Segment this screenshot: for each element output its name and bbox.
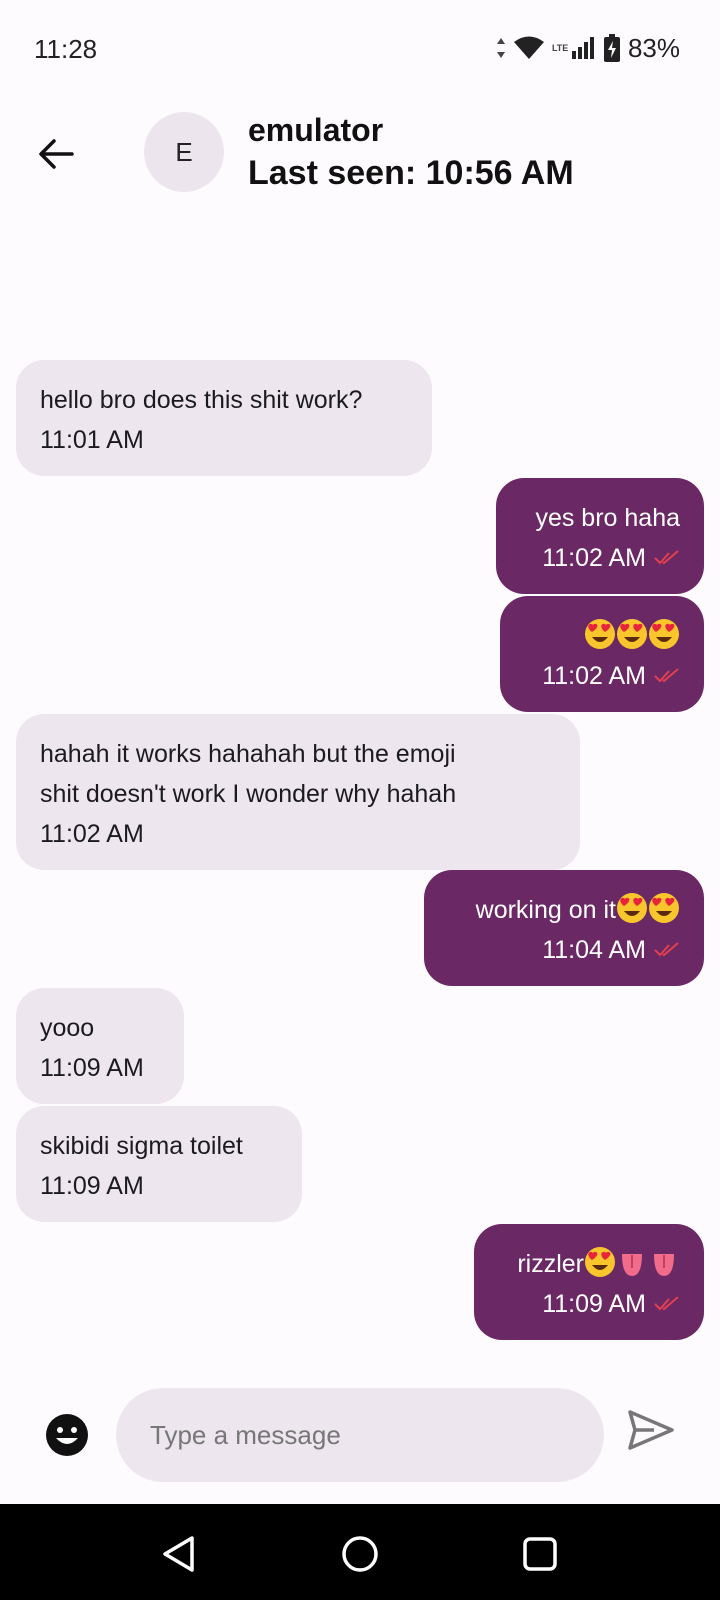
message-meta: 11:02 AM xyxy=(520,538,680,578)
tongue-emoji-icon xyxy=(648,1246,680,1278)
message-text: rizzler xyxy=(498,1244,680,1284)
home-circle-icon xyxy=(342,1536,378,1572)
tongue-emoji-icon xyxy=(616,1246,648,1278)
status-time: 11:28 xyxy=(34,34,98,64)
status-bar: 11:28 LTE 83% xyxy=(0,0,720,96)
double-check-icon xyxy=(654,942,680,958)
avatar[interactable]: E xyxy=(144,112,224,192)
message-text: yooo xyxy=(40,1014,95,1042)
heart-eyes-emoji-icon xyxy=(616,892,648,924)
message-time: 11:09 AM xyxy=(542,1290,646,1318)
system-nav-bar xyxy=(0,1504,720,1600)
heart-eyes-emoji-icon xyxy=(584,618,616,650)
status-icons: LTE 83% xyxy=(496,32,680,64)
message-bubble-outgoing[interactable]: yes bro haha 11:02 AM xyxy=(496,478,704,594)
message-bubble-outgoing[interactable]: 11:02 AM xyxy=(500,596,704,712)
message-meta: 11:09 AM xyxy=(498,1284,680,1324)
recents-square-icon xyxy=(523,1537,557,1571)
heart-eyes-emoji-icon xyxy=(584,1246,616,1278)
message-bubble-outgoing[interactable]: rizzler 11:09 AM xyxy=(474,1224,704,1340)
back-triangle-icon xyxy=(163,1536,194,1572)
nav-back-button[interactable] xyxy=(150,1526,206,1582)
message-text: yes bro haha xyxy=(535,504,680,532)
message-time: 11:02 AM xyxy=(542,544,646,572)
message-input-bar xyxy=(0,1380,720,1490)
smiley-icon xyxy=(46,1414,88,1456)
message-text: working on it xyxy=(448,890,680,930)
message-bubble-incoming[interactable]: skibidi sigma toilet 11:09 AM xyxy=(16,1106,302,1222)
data-arrows-icon xyxy=(496,38,505,58)
message-text: skibidi sigma toilet xyxy=(40,1132,243,1160)
nav-recents-button[interactable] xyxy=(512,1526,568,1582)
nav-home-button[interactable] xyxy=(332,1526,388,1582)
message-text-line: hahah it works hahahah but the emoji xyxy=(40,740,456,768)
message-time: 11:09 AM xyxy=(40,1054,144,1082)
emoji-button[interactable] xyxy=(44,1412,90,1458)
heart-eyes-emoji-icon xyxy=(648,892,680,924)
message-time: 11:02 AM xyxy=(40,820,144,848)
message-text: hello bro does this shit work? xyxy=(40,386,363,414)
signal-icon xyxy=(571,37,594,59)
message-time: 11:01 AM xyxy=(40,426,144,454)
message-time: 11:09 AM xyxy=(40,1172,144,1200)
battery-icon xyxy=(603,34,620,62)
message-time: 11:02 AM xyxy=(542,662,646,690)
last-seen-status: Last seen: 10:56 AM xyxy=(248,154,574,192)
message-bubble-incoming[interactable]: hello bro does this shit work? 11:01 AM xyxy=(16,360,432,476)
chat-header: E emulator Last seen: 10:56 AM xyxy=(0,96,720,208)
battery-percent: 83% xyxy=(627,32,680,63)
heart-eyes-emoji-icon xyxy=(616,618,648,650)
message-text-line: shit doesn't work I wonder why hahah xyxy=(40,780,457,808)
message-meta: 11:02 AM xyxy=(524,656,680,696)
back-button[interactable] xyxy=(28,126,84,182)
lte-icon: LTE xyxy=(551,42,569,53)
message-input[interactable] xyxy=(116,1388,604,1482)
heart-eyes-emoji-icon xyxy=(648,618,680,650)
message-bubble-incoming[interactable]: yooo 11:09 AM xyxy=(16,988,184,1104)
message-text xyxy=(524,616,680,656)
message-time: 11:04 AM xyxy=(542,936,646,964)
arrow-left-icon xyxy=(39,139,74,169)
double-check-icon xyxy=(654,668,680,684)
message-meta: 11:04 AM xyxy=(448,930,680,970)
message-bubble-incoming[interactable]: hahah it works hahahah but the emoji shi… xyxy=(16,714,580,870)
contact-name[interactable]: emulator xyxy=(248,112,383,149)
double-check-icon xyxy=(654,1296,680,1312)
send-icon xyxy=(628,1410,674,1450)
double-check-icon xyxy=(654,550,680,566)
wifi-icon xyxy=(513,36,544,59)
message-bubble-outgoing[interactable]: working on it 11:04 AM xyxy=(424,870,704,986)
send-button[interactable] xyxy=(628,1410,678,1460)
